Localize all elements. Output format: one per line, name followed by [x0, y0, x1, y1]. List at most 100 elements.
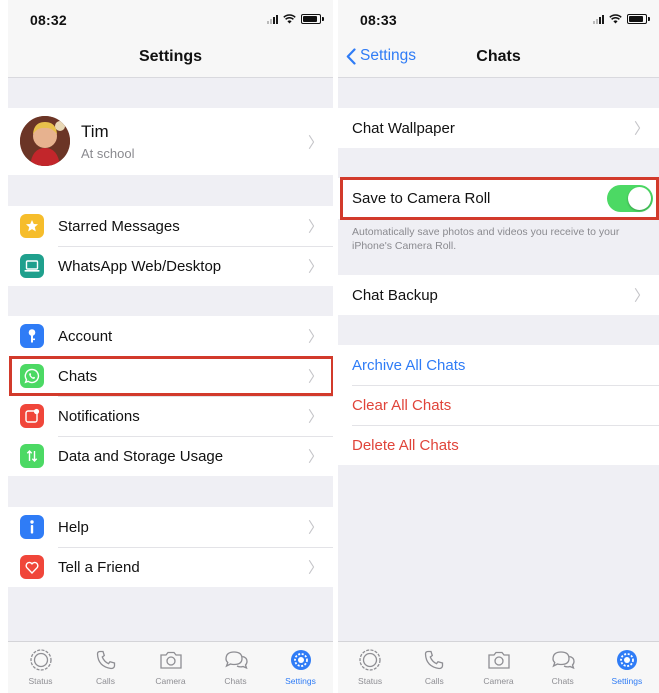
settings-screen: 08:32 Settings Tim At school 〉 Starred M… — [8, 0, 333, 693]
tab-camera[interactable]: Camera — [138, 642, 203, 693]
chat-bubbles-icon — [223, 647, 249, 673]
laptop-icon — [20, 254, 44, 278]
chat-bubbles-icon — [550, 647, 576, 673]
chevron-right-icon: 〉 — [307, 218, 323, 236]
chats-label: Chats — [58, 367, 98, 385]
heart-icon — [20, 555, 44, 579]
gear-icon — [614, 647, 640, 673]
key-icon — [20, 324, 44, 348]
chevron-right-icon: 〉 — [307, 519, 323, 537]
actions-group: Archive All Chats Clear All Chats Delete… — [338, 345, 659, 465]
archive-all-chats-row[interactable]: Archive All Chats — [338, 345, 659, 385]
tell-a-friend-row[interactable]: Tell a Friend 〉 — [8, 547, 333, 587]
camera-icon — [158, 647, 184, 673]
whatsapp-web-label: WhatsApp Web/Desktop — [58, 257, 222, 275]
account-label: Account — [58, 327, 113, 345]
nav-bar: Settings — [8, 34, 333, 78]
tab-calls[interactable]: Calls — [402, 642, 466, 693]
tab-calls-label: Calls — [96, 676, 115, 686]
clear-all-chats-row[interactable]: Clear All Chats — [338, 385, 659, 425]
info-icon — [20, 515, 44, 539]
gear-icon — [288, 647, 314, 673]
help-label: Help — [58, 518, 89, 536]
chevron-right-icon: 〉 — [307, 408, 323, 426]
tab-settings[interactable]: Settings — [268, 642, 333, 693]
tab-chats-label: Chats — [551, 676, 574, 686]
signal-icon — [593, 14, 604, 24]
wifi-icon — [609, 14, 622, 24]
status-icon — [357, 647, 383, 673]
camera-icon — [486, 647, 512, 673]
data-storage-label: Data and Storage Usage — [58, 447, 224, 465]
tab-camera[interactable]: Camera — [466, 642, 530, 693]
notifications-row[interactable]: Notifications 〉 — [8, 396, 333, 436]
chat-wallpaper-row[interactable]: Chat Wallpaper 〉 — [338, 108, 659, 148]
starred-messages-row[interactable]: Starred Messages 〉 — [8, 206, 333, 246]
tab-calls[interactable]: Calls — [73, 642, 138, 693]
save-camera-roll-toggle[interactable] — [607, 185, 653, 212]
save-camera-roll-row: Save to Camera Roll — [338, 178, 659, 219]
status-time: 08:32 — [30, 12, 67, 28]
notification-icon — [20, 404, 44, 428]
save-camera-roll-label: Save to Camera Roll — [352, 190, 491, 207]
status-icon — [28, 647, 54, 673]
page-title: Settings — [138, 48, 203, 65]
data-storage-row[interactable]: Data and Storage Usage 〉 — [8, 436, 333, 476]
whatsapp-web-row[interactable]: WhatsApp Web/Desktop 〉 — [8, 246, 333, 286]
notifications-label: Notifications — [58, 407, 140, 425]
tab-camera-label: Camera — [483, 676, 514, 686]
tell-a-friend-label: Tell a Friend — [58, 558, 140, 576]
status-bar: 08:32 — [8, 0, 333, 34]
save-camera-roll-note: Automatically save photos and videos you… — [352, 226, 620, 252]
delete-all-chats-row[interactable]: Delete All Chats — [338, 425, 659, 465]
tab-settings-label: Settings — [285, 676, 316, 686]
status-time: 08:33 — [360, 12, 397, 28]
chevron-right-icon: 〉 — [307, 368, 323, 386]
delete-all-chats-label: Delete All Chats — [352, 436, 459, 454]
chats-settings-screen: 08:33 Settings Chats Chat Wallpaper 〉 Sa… — [338, 0, 659, 693]
tab-settings[interactable]: Settings — [595, 642, 659, 693]
tab-status[interactable]: Status — [8, 642, 73, 693]
starred-messages-label: Starred Messages — [58, 217, 180, 235]
battery-icon — [301, 14, 324, 24]
arrows-icon — [20, 444, 44, 468]
signal-icon — [267, 14, 278, 24]
settings-group-1: Starred Messages 〉 WhatsApp Web/Desktop … — [8, 206, 333, 286]
chevron-right-icon: 〉 — [307, 328, 323, 346]
tab-calls-label: Calls — [424, 676, 444, 686]
archive-all-chats-label: Archive All Chats — [352, 356, 466, 374]
tab-status-label: Status — [358, 676, 383, 686]
tab-settings-label: Settings — [611, 676, 643, 686]
settings-group-2: Account 〉 Chats 〉 Notifications 〉 Data a… — [8, 316, 333, 476]
chat-wallpaper-label: Chat Wallpaper — [352, 119, 455, 137]
wifi-icon — [283, 14, 296, 24]
tab-chats[interactable]: Chats — [203, 642, 268, 693]
system-icons — [267, 14, 324, 24]
tab-bar: Status Calls Camera Chats Settings — [338, 641, 659, 693]
phone-icon — [93, 647, 119, 673]
help-row[interactable]: Help 〉 — [8, 507, 333, 547]
chevron-right-icon: 〉 — [307, 448, 323, 466]
tab-bar: Status Calls Camera Chats Settings — [8, 641, 333, 693]
profile-row[interactable]: Tim At school 〉 — [8, 108, 333, 175]
chat-backup-row[interactable]: Chat Backup 〉 — [338, 275, 659, 315]
tab-chats-label: Chats — [224, 676, 247, 686]
chats-row[interactable]: Chats 〉 — [8, 356, 333, 396]
backup-group: Chat Backup 〉 — [338, 275, 659, 315]
status-bar: 08:33 — [338, 0, 659, 34]
chevron-right-icon: 〉 — [307, 134, 323, 151]
tab-chats[interactable]: Chats — [531, 642, 595, 693]
avatar — [20, 116, 70, 166]
wallpaper-group: Chat Wallpaper 〉 — [338, 108, 659, 148]
chevron-right-icon: 〉 — [307, 258, 323, 276]
chevron-right-icon: 〉 — [633, 120, 649, 138]
tab-status[interactable]: Status — [338, 642, 402, 693]
star-icon — [20, 214, 44, 238]
account-row[interactable]: Account 〉 — [8, 316, 333, 356]
profile-name: Tim — [81, 122, 109, 141]
whatsapp-icon — [20, 364, 44, 388]
chevron-right-icon: 〉 — [307, 559, 323, 577]
chat-backup-label: Chat Backup — [352, 286, 438, 304]
nav-bar: Settings Chats — [338, 34, 659, 78]
settings-group-3: Help 〉 Tell a Friend 〉 — [8, 507, 333, 587]
